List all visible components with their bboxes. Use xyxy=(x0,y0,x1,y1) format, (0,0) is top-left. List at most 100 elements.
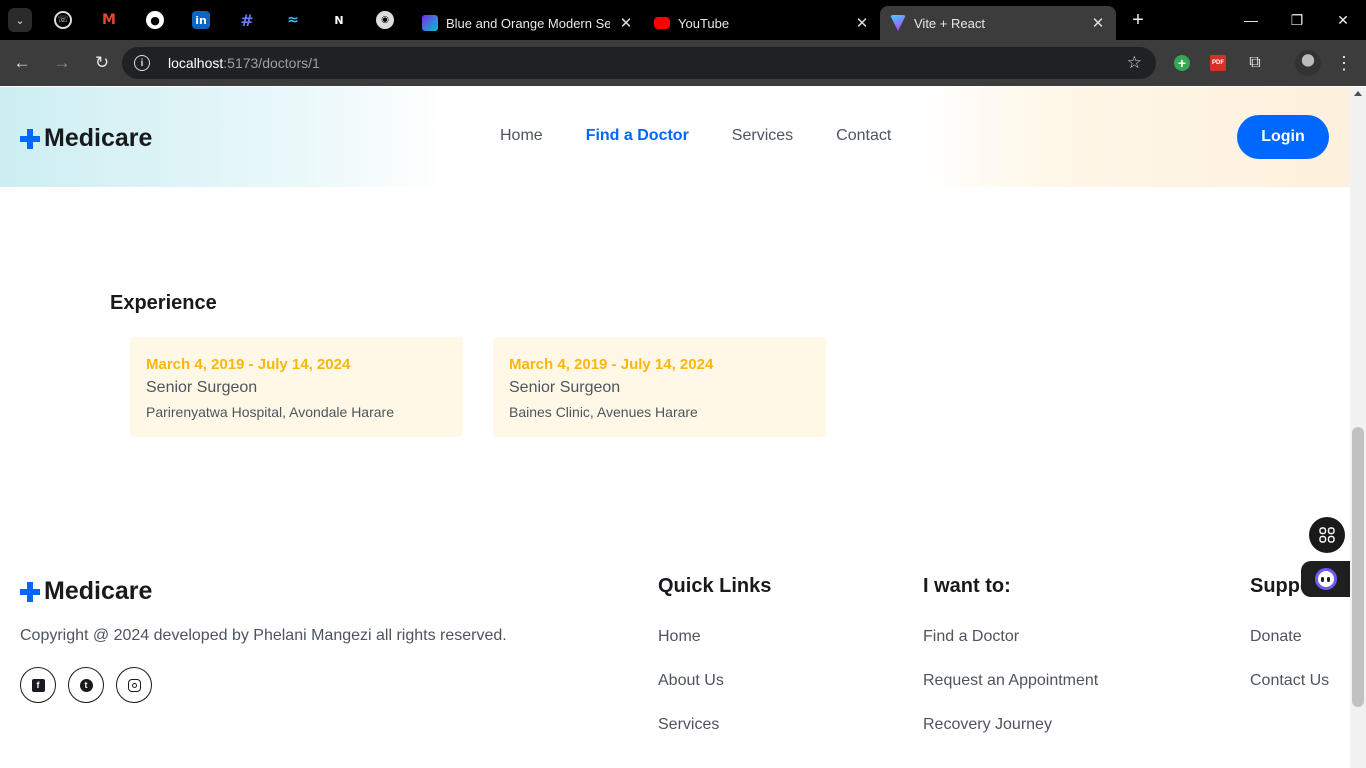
experience-place: Parirenyatwa Hospital, Avondale Harare xyxy=(146,404,394,420)
footer-logo[interactable]: Medicare xyxy=(20,577,152,606)
footer-brand-name: Medicare xyxy=(44,577,153,605)
profile-avatar[interactable] xyxy=(1293,48,1323,78)
facebook-icon: f xyxy=(31,678,45,692)
browser-tab-bar: ⌄ ☏ M ● in # ≈ N ◉ Blue and Orange Moder… xyxy=(0,0,1366,40)
footer-link[interactable]: Find a Doctor xyxy=(923,628,1098,650)
grid-icon xyxy=(1319,527,1335,543)
medical-plus-icon xyxy=(20,581,40,602)
site-logo[interactable]: Medicare xyxy=(20,124,152,153)
pinned-tab-tailwind[interactable]: ≈ xyxy=(270,0,316,40)
scrollbar-thumb[interactable] xyxy=(1352,427,1364,707)
scroll-up-arrow-icon[interactable] xyxy=(1354,91,1362,96)
nav-services[interactable]: Services xyxy=(732,127,793,145)
experience-card: March 4, 2019 - July 14, 2024 Senior Sur… xyxy=(493,337,826,437)
pinned-tabs: ☏ M ● in # ≈ N ◉ xyxy=(40,0,408,40)
footer-link[interactable]: Contact Us xyxy=(1250,672,1329,694)
bookmark-star-icon[interactable]: ☆ xyxy=(1127,53,1142,73)
tab-title: YouTube xyxy=(678,15,730,31)
browser-toolbar: ← → ↻ i localhost:5173/doctors/1 ☆ + PDF… xyxy=(0,40,1366,86)
pinned-tab-linkedin[interactable]: in xyxy=(178,0,224,40)
linkedin-icon: in xyxy=(192,11,210,29)
next-icon: N xyxy=(330,11,348,29)
whatsapp-icon: ☏ xyxy=(54,11,72,29)
reload-button[interactable]: ↻ xyxy=(84,45,120,81)
apps-grid-button[interactable] xyxy=(1309,517,1345,553)
footer-link[interactable]: Home xyxy=(658,628,771,650)
new-tab-button[interactable]: + xyxy=(1124,6,1152,34)
pinned-tab-gmail[interactable]: M xyxy=(86,0,132,40)
footer-column-quick-links: Quick Links Home About Us Services xyxy=(658,575,771,738)
login-button[interactable]: Login xyxy=(1237,115,1329,159)
pinned-tab-next[interactable]: N xyxy=(316,0,362,40)
copyright-text: Copyright @ 2024 developed by Phelani Ma… xyxy=(20,627,507,644)
footer-column-heading: Quick Links xyxy=(658,575,772,597)
experience-role: Senior Surgeon xyxy=(509,379,621,396)
pinned-tab-github[interactable]: ● xyxy=(132,0,178,40)
tab-canva[interactable]: Blue and Orange Modern Sellin ✕ xyxy=(412,6,644,40)
extension-add-icon[interactable]: + xyxy=(1167,48,1197,78)
experience-heading: Experience xyxy=(110,292,217,314)
pdf-extension-icon[interactable]: PDF xyxy=(1203,48,1233,78)
footer-column-heading: I want to: xyxy=(923,575,1011,597)
experience-role: Senior Surgeon xyxy=(146,379,258,396)
experience-dates: March 4, 2019 - July 14, 2024 xyxy=(146,356,351,373)
tab-youtube[interactable]: YouTube ✕ xyxy=(644,6,880,40)
facebook-link[interactable]: f xyxy=(20,667,56,703)
tab-title: Vite + React xyxy=(914,15,985,31)
experience-card: March 4, 2019 - July 14, 2024 Senior Sur… xyxy=(130,337,463,437)
url-host: localhost xyxy=(168,55,224,71)
medical-plus-icon xyxy=(20,128,40,149)
close-tab-icon[interactable]: ✕ xyxy=(1090,14,1106,32)
restore-button[interactable]: ❐ xyxy=(1274,0,1320,40)
address-bar[interactable]: i localhost:5173/doctors/1 ☆ xyxy=(122,47,1156,79)
chat-icon: ◉ xyxy=(376,11,394,29)
extensions-puzzle-icon[interactable]: ⧉ xyxy=(1240,48,1270,78)
site-header: Medicare Home Find a Doctor Services Con… xyxy=(0,87,1350,187)
minimize-button[interactable]: — xyxy=(1228,0,1274,40)
nav-home[interactable]: Home xyxy=(500,127,543,145)
footer-link[interactable]: About Us xyxy=(658,672,771,694)
experience-dates: March 4, 2019 - July 14, 2024 xyxy=(509,356,714,373)
tab-search-button[interactable]: ⌄ xyxy=(8,8,32,32)
assistant-widget-button[interactable] xyxy=(1301,561,1350,597)
instagram-link[interactable] xyxy=(116,667,152,703)
footer-link[interactable]: Request an Appointment xyxy=(923,672,1098,694)
gmail-icon: M xyxy=(102,12,116,28)
canva-icon xyxy=(422,15,438,31)
nav-contact[interactable]: Contact xyxy=(836,127,891,145)
footer-link[interactable]: Services xyxy=(658,716,771,738)
tailwind-icon: ≈ xyxy=(287,12,299,28)
close-tab-icon[interactable]: ✕ xyxy=(854,14,870,32)
window-controls: — ❐ ✕ xyxy=(1228,0,1366,40)
pinned-tab-chat[interactable]: ◉ xyxy=(362,0,408,40)
pinned-tab-hashtag[interactable]: # xyxy=(224,0,270,40)
site-info-icon[interactable]: i xyxy=(134,55,150,71)
experience-place: Baines Clinic, Avenues Harare xyxy=(509,404,698,420)
instagram-icon xyxy=(127,678,141,692)
bot-icon xyxy=(1314,568,1337,590)
close-window-button[interactable]: ✕ xyxy=(1320,0,1366,40)
footer-column-i-want-to: I want to: Find a Doctor Request an Appo… xyxy=(923,575,1098,738)
page-content: Medicare Home Find a Doctor Services Con… xyxy=(0,87,1350,768)
back-button[interactable]: ← xyxy=(4,45,40,81)
footer-link[interactable]: Donate xyxy=(1250,628,1329,650)
url-text: localhost:5173/doctors/1 xyxy=(168,55,320,71)
github-icon: ● xyxy=(146,11,164,29)
vite-icon xyxy=(890,15,906,31)
nav-find-a-doctor[interactable]: Find a Doctor xyxy=(586,127,689,145)
hashtag-icon: # xyxy=(240,10,254,30)
footer-link[interactable]: Recovery Journey xyxy=(923,716,1098,738)
twitter-link[interactable]: t xyxy=(68,667,104,703)
main-nav: Home Find a Doctor Services Contact xyxy=(500,127,934,145)
youtube-icon xyxy=(654,17,670,29)
twitter-icon: t xyxy=(79,678,93,692)
browser-menu-icon[interactable]: ⋮ xyxy=(1329,48,1359,78)
brand-name: Medicare xyxy=(44,124,153,152)
pinned-tab-whatsapp[interactable]: ☏ xyxy=(40,0,86,40)
forward-button[interactable]: → xyxy=(44,45,80,81)
tab-title: Blue and Orange Modern Sellin xyxy=(446,15,610,31)
tab-vite-react[interactable]: Vite + React ✕ xyxy=(880,6,1116,40)
url-path: :5173/doctors/1 xyxy=(223,55,320,71)
page-scrollbar[interactable] xyxy=(1350,87,1366,768)
close-tab-icon[interactable]: ✕ xyxy=(618,14,634,32)
